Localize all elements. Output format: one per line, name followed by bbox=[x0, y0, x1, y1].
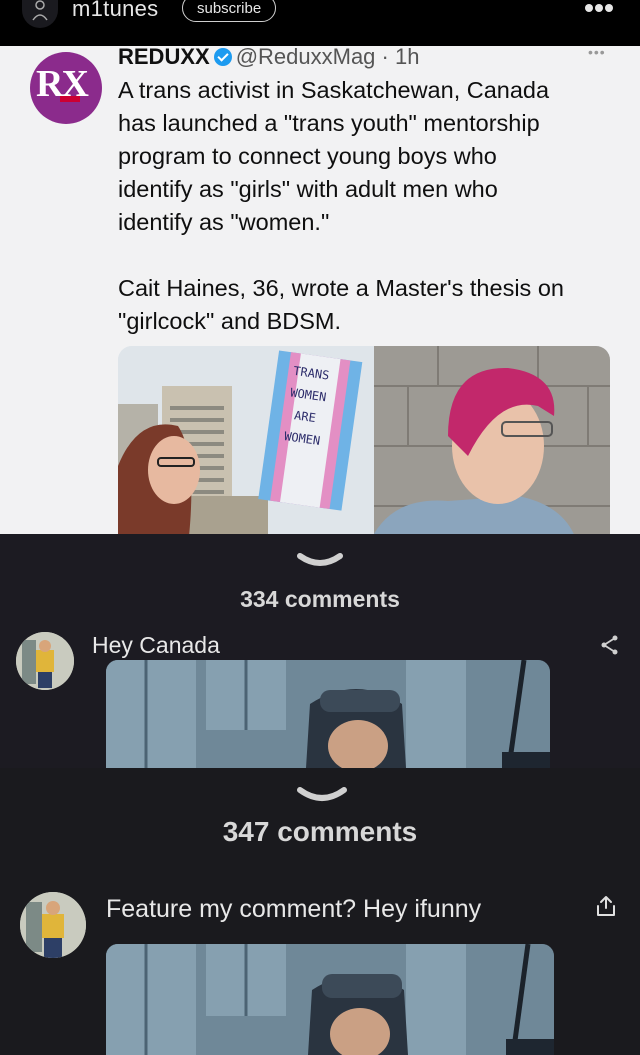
avatar-logo-accent bbox=[60, 96, 80, 102]
subscribe-button[interactable]: subscribe bbox=[182, 0, 277, 22]
comment-text: Hey Canada bbox=[92, 632, 220, 658]
author-username[interactable]: m1tunes bbox=[72, 0, 158, 22]
reduxx-avatar: RX bbox=[30, 52, 102, 124]
comment-image[interactable] bbox=[106, 660, 550, 768]
tweet-body: A trans activist in Saskatchewan, Canada… bbox=[118, 74, 618, 338]
verified-badge-icon bbox=[213, 48, 232, 66]
share-icon[interactable] bbox=[600, 634, 620, 656]
tweet-more-icon: ••• bbox=[588, 46, 606, 60]
post-image-tweet[interactable]: RX REDUXX @ReduxxMag · 1h ••• A trans act… bbox=[0, 46, 640, 534]
tweet-paragraph-1: A trans activist in Saskatchewan, Canada… bbox=[118, 77, 550, 235]
comment-image[interactable] bbox=[106, 944, 554, 1055]
tweet-paragraph-2: Cait Haines, 36, wrote a Master's thesis… bbox=[118, 275, 564, 334]
tweet-photo: TRANSWOMENAREWOMEN bbox=[118, 346, 610, 534]
tweet-handle-time: @ReduxxMag · 1h bbox=[235, 46, 420, 69]
chevron-down-icon[interactable] bbox=[296, 786, 348, 804]
chevron-down-icon[interactable] bbox=[296, 552, 344, 568]
user-icon[interactable] bbox=[22, 0, 58, 28]
comment-section-2: 347 comments Feature my comment? Hey ifu… bbox=[0, 768, 640, 1055]
tweet-header: REDUXX @ReduxxMag · 1h bbox=[118, 46, 419, 70]
tweet-display-name: REDUXX bbox=[118, 46, 210, 69]
share-icon[interactable] bbox=[595, 894, 617, 918]
comments-count[interactable]: 334 comments bbox=[0, 586, 640, 613]
comment-text: Feature my comment? Hey ifunny bbox=[106, 895, 482, 923]
comments-count[interactable]: 347 comments bbox=[0, 816, 640, 848]
commenter-avatar[interactable] bbox=[16, 632, 74, 690]
top-bar: m1tunes subscribe bbox=[0, 0, 640, 46]
more-dots-icon[interactable] bbox=[584, 2, 614, 14]
commenter-avatar[interactable] bbox=[20, 892, 86, 958]
